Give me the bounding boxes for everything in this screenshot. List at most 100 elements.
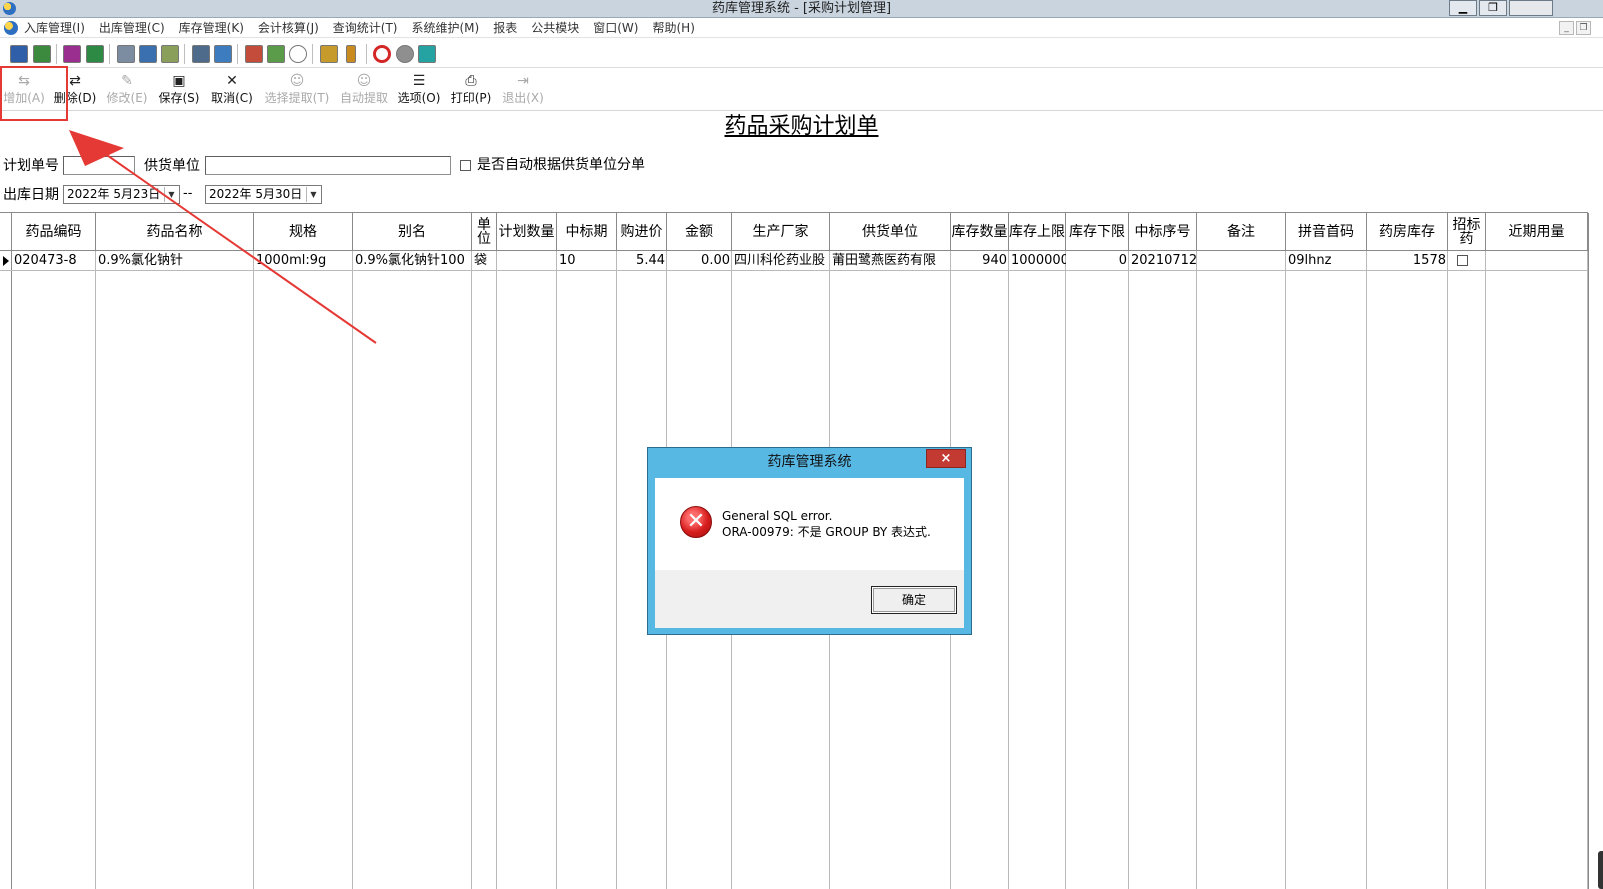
search-icon[interactable] xyxy=(289,45,307,63)
window-icon[interactable] xyxy=(139,45,157,63)
column-header-drug-name[interactable]: 药品名称 xyxy=(96,213,254,251)
column-header-stock-qty[interactable]: 库存数量 xyxy=(951,213,1009,251)
tree-icon[interactable] xyxy=(267,45,285,63)
chevron-down-icon[interactable]: ▼ xyxy=(306,187,320,202)
column-header-manufacturer[interactable]: 生产厂家 xyxy=(732,213,830,251)
chevron-down-icon[interactable]: ▼ xyxy=(164,187,178,202)
column-header-stock-lower[interactable]: 库存下限 xyxy=(1066,213,1129,251)
scrollbar[interactable] xyxy=(1598,851,1603,889)
dialog-close-button[interactable]: × xyxy=(926,449,966,468)
column-header-spec[interactable]: 规格 xyxy=(254,213,353,251)
menu-window[interactable]: 窗口(W) xyxy=(593,18,638,38)
select-extract-button[interactable]: ☺ 选择提取(T) xyxy=(262,71,332,109)
ok-button[interactable]: 确定 xyxy=(871,586,957,614)
column-header-unit[interactable]: 单位 xyxy=(472,213,497,251)
cell-amount[interactable]: 0.00 xyxy=(667,251,732,271)
gem-icon[interactable] xyxy=(396,45,414,63)
column-header-pharmacy-stock[interactable]: 药房库存 xyxy=(1367,213,1448,251)
cell-recent-usage[interactable] xyxy=(1486,251,1588,271)
table-row[interactable]: 020473-8 0.9%氯化钠针 1000ml:9g 0.9%氯化钠针100 袋 10 5… xyxy=(0,251,1588,271)
date-to-picker[interactable]: 2022年 5月30日 ▼ xyxy=(205,185,322,204)
restore-button[interactable]: ❐ xyxy=(1479,0,1507,16)
cell-drug-name[interactable]: 0.9%氯化钠针 xyxy=(96,251,254,271)
supplier-input[interactable] xyxy=(205,156,451,175)
menu-accounting[interactable]: 会计核算(J) xyxy=(258,18,319,38)
cell-stock-qty[interactable]: 940 xyxy=(951,251,1009,271)
plan-no-label: 计划单号 xyxy=(3,158,59,174)
cell-remark[interactable] xyxy=(1197,251,1286,271)
current-row-indicator-icon xyxy=(3,256,9,266)
folder-icon[interactable] xyxy=(320,45,338,63)
cell-supplier[interactable]: 莆田鹭燕医药有限 xyxy=(830,251,951,271)
column-header-alias[interactable]: 别名 xyxy=(353,213,472,251)
document-icon[interactable] xyxy=(63,45,81,63)
inbound-icon[interactable] xyxy=(10,45,28,63)
column-header-plan-qty[interactable]: 计划数量 xyxy=(497,213,557,251)
clipboard-icon[interactable] xyxy=(117,45,135,63)
cell-stock-lower[interactable]: 0 xyxy=(1066,251,1129,271)
table-icon[interactable] xyxy=(214,45,232,63)
cell-unit[interactable]: 袋 xyxy=(472,251,497,271)
column-header-recent-usage[interactable]: 近期用量 xyxy=(1486,213,1588,251)
delete-button[interactable]: ⇄ 删除(D) xyxy=(52,71,98,109)
column-header-purchase-price[interactable]: 购进价 xyxy=(617,213,667,251)
column-header-stock-upper[interactable]: 库存上限 xyxy=(1009,213,1066,251)
tender-drug-checkbox[interactable] xyxy=(1457,255,1468,266)
column-header-tender-drug[interactable]: 招标药 xyxy=(1448,213,1486,251)
notes-icon[interactable] xyxy=(161,45,179,63)
save-button[interactable]: ▣ 保存(S) xyxy=(156,71,202,109)
cell-pinyin-code[interactable]: 09lhnz xyxy=(1286,251,1367,271)
minimize-button[interactable]: ▁ xyxy=(1449,0,1477,16)
date-from-picker[interactable]: 2022年 5月23日 ▼ xyxy=(63,185,180,204)
excel-icon[interactable] xyxy=(418,45,436,63)
auto-split-checkbox[interactable] xyxy=(460,160,471,171)
exit-button[interactable]: ⇥ 退出(X) xyxy=(500,71,546,109)
menu-system-maintenance[interactable]: 系统维护(M) xyxy=(412,18,480,38)
chart-icon[interactable] xyxy=(245,45,263,63)
plan-no-input[interactable] xyxy=(63,156,135,175)
cell-spec[interactable]: 1000ml:9g xyxy=(254,251,353,271)
cell-plan-qty[interactable] xyxy=(497,251,557,271)
cell-tender-period[interactable]: 10 xyxy=(557,251,617,271)
add-button[interactable]: ⇆ 增加(A) xyxy=(2,71,46,109)
cell-purchase-price[interactable]: 5.44 xyxy=(617,251,667,271)
report-icon[interactable] xyxy=(192,45,210,63)
close-window-button[interactable] xyxy=(1509,0,1553,16)
column-header-tender-no[interactable]: 中标序号 xyxy=(1129,213,1197,251)
thermometer-icon[interactable] xyxy=(346,45,356,63)
cell-tender-no[interactable]: 20210712 xyxy=(1129,251,1197,271)
menu-inbound[interactable]: 入库管理(I) xyxy=(24,18,85,38)
column-header-amount[interactable]: 金额 xyxy=(667,213,732,251)
auto-extract-button[interactable]: ☺ 自动提取 xyxy=(338,71,390,109)
column-header-remark[interactable]: 备注 xyxy=(1197,213,1286,251)
mdi-restore-button[interactable]: ❐ xyxy=(1576,21,1591,35)
app-menu-icon[interactable] xyxy=(4,21,18,35)
stop-icon[interactable] xyxy=(373,45,391,63)
menu-inventory[interactable]: 库存管理(K) xyxy=(179,18,244,38)
cell-alias[interactable]: 0.9%氯化钠针100 xyxy=(353,251,472,271)
edit-button[interactable]: ✎ 修改(E) xyxy=(104,71,150,109)
column-header-supplier[interactable]: 供货单位 xyxy=(830,213,951,251)
menu-common-modules[interactable]: 公共模块 xyxy=(531,18,579,38)
cell-manufacturer[interactable]: 四川科伦药业股 xyxy=(732,251,830,271)
toolbar-button-label: 选项(O) xyxy=(397,91,441,105)
menu-query-stats[interactable]: 查询统计(T) xyxy=(333,18,398,38)
column-divider xyxy=(1065,251,1066,889)
menu-reports[interactable]: 报表 xyxy=(493,18,517,38)
column-header-drug-code[interactable]: 药品编码 xyxy=(12,213,96,251)
options-button[interactable]: ☰ 选项(O) xyxy=(396,71,442,109)
window-controls: ▁ ❐ xyxy=(1447,0,1553,16)
column-header-pinyin-code[interactable]: 拼音首码 xyxy=(1286,213,1367,251)
column-header-tender-period[interactable]: 中标期 xyxy=(557,213,617,251)
mdi-minimize-button[interactable]: _ xyxy=(1559,21,1574,35)
cell-pharmacy-stock[interactable]: 1578 xyxy=(1367,251,1448,271)
menu-outbound[interactable]: 出库管理(C) xyxy=(99,18,165,38)
check-icon[interactable] xyxy=(86,45,104,63)
toolbar-separator xyxy=(56,44,57,64)
cell-stock-upper[interactable]: 1000000 xyxy=(1009,251,1066,271)
print-button[interactable]: ⎙ 打印(P) xyxy=(448,71,494,109)
cancel-button[interactable]: ✕ 取消(C) xyxy=(209,71,255,109)
refresh-doc-icon[interactable] xyxy=(33,45,51,63)
cell-drug-code[interactable]: 020473-8 xyxy=(12,251,96,271)
menu-help[interactable]: 帮助(H) xyxy=(652,18,694,38)
